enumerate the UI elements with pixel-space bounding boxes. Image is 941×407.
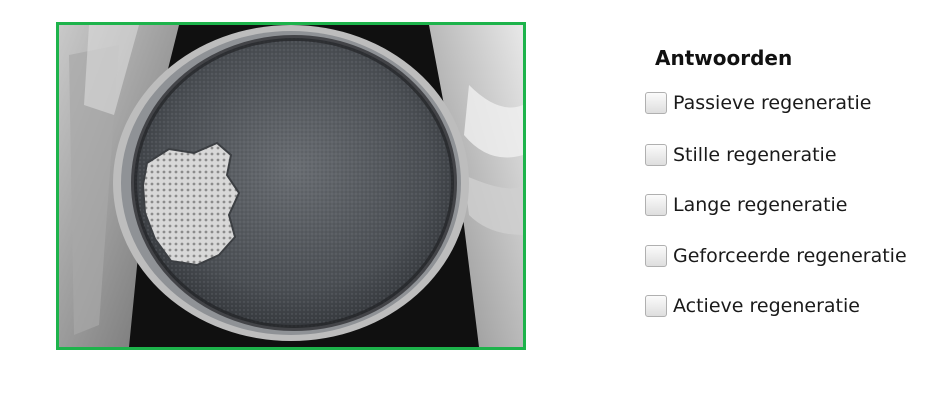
answer-option-label: Lange regeneratie	[673, 194, 848, 216]
answer-option-label: Geforceerde regeneratie	[673, 245, 907, 267]
answer-option-passive[interactable]: Passieve regeneratie	[645, 89, 871, 117]
answer-option-active[interactable]: Actieve regeneratie	[645, 292, 860, 320]
answer-option-long[interactable]: Lange regeneratie	[645, 191, 848, 219]
answer-option-silent[interactable]: Stille regeneratie	[645, 141, 837, 169]
answer-option-label: Stille regeneratie	[673, 144, 837, 166]
checkbox-icon[interactable]	[645, 194, 667, 216]
dpf-filter-photo-icon	[59, 25, 523, 347]
checkbox-icon[interactable]	[645, 144, 667, 166]
checkbox-icon[interactable]	[645, 295, 667, 317]
answer-option-label: Actieve regeneratie	[673, 295, 860, 317]
checkbox-icon[interactable]	[645, 245, 667, 267]
answer-option-forced[interactable]: Geforceerde regeneratie	[645, 242, 907, 270]
answer-option-label: Passieve regeneratie	[673, 92, 872, 114]
checkbox-icon[interactable]	[645, 92, 667, 114]
quiz-page: Antwoorden Passieve regeneratie Stille r…	[0, 0, 941, 407]
question-image-frame	[56, 22, 526, 350]
answers-title: Antwoorden	[655, 46, 793, 70]
